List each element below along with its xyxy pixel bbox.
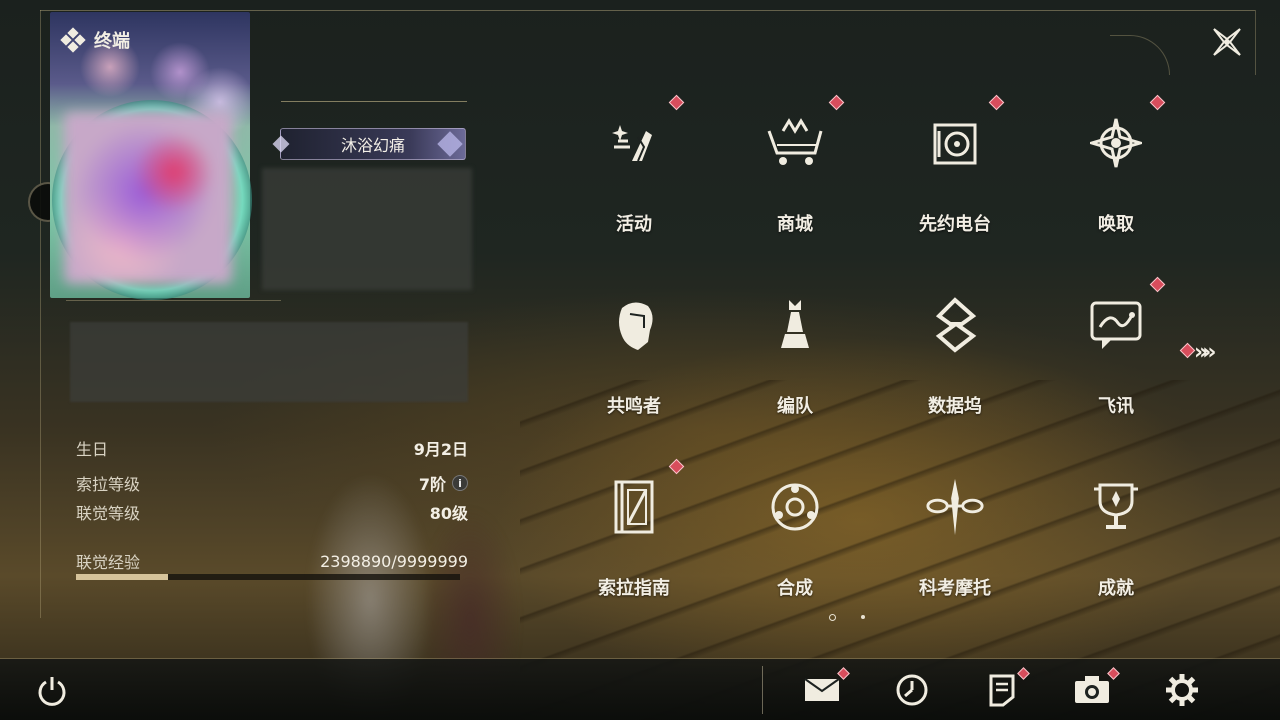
data-bank-icon: [924, 294, 986, 356]
info-value: 80级: [429, 504, 468, 523]
menu-label: 数据坞: [928, 396, 982, 417]
radio-icon: [924, 112, 986, 174]
frame-line: [1255, 10, 1256, 75]
info-label: 生日: [76, 440, 109, 459]
mail-icon[interactable]: [802, 670, 842, 710]
page-title: 终端: [60, 27, 130, 53]
divider: [281, 101, 467, 102]
menu-item-shop[interactable]: 商城: [720, 96, 870, 246]
guide-book-icon: [603, 476, 665, 538]
shop-cart-icon: [764, 112, 826, 174]
motorcycle-icon: [924, 476, 986, 538]
badge-crystal-icon: [437, 131, 463, 157]
synthesis-icon: [764, 476, 826, 538]
xp-progress-fill: [76, 574, 169, 580]
menu-item-team[interactable]: 编队: [720, 278, 870, 428]
menu-label: 合成: [777, 578, 813, 599]
xp-value: 2398890/9999999: [320, 551, 468, 571]
title-badge[interactable]: 沐浴幻痛: [272, 128, 466, 160]
activity-icon: [603, 112, 665, 174]
info-label: 联觉等级: [76, 504, 141, 523]
trophy-icon: [1085, 476, 1147, 538]
notes-icon[interactable]: [982, 670, 1022, 710]
menu-label: 飞讯: [1098, 396, 1134, 417]
chat-icon: [1085, 294, 1147, 356]
avatar[interactable]: [64, 112, 232, 284]
bottom-divider: [762, 666, 763, 714]
menu-label: 科考摩托: [919, 578, 991, 599]
page-title-text: 终端: [94, 31, 130, 52]
menu-item-activity[interactable]: 活动: [559, 96, 709, 246]
info-icon[interactable]: i: [452, 475, 468, 491]
info-label: 索拉等级: [76, 475, 141, 494]
info-value-group: 7阶 i: [419, 471, 468, 495]
info-row-union-level: 联觉等级 80级: [76, 500, 468, 524]
frame-curve: [1110, 35, 1170, 75]
menu-item-motorcycle[interactable]: 科考摩托: [880, 460, 1030, 610]
menu-item-achievements[interactable]: 成就: [1041, 460, 1191, 610]
close-icon[interactable]: [1210, 25, 1244, 59]
pager-dot[interactable]: [861, 615, 865, 619]
menu-label: 唤取: [1098, 214, 1134, 235]
info-label: 联觉经验: [76, 553, 141, 572]
menu-label: 活动: [616, 214, 652, 235]
menu-item-data-bank[interactable]: 数据坞: [880, 278, 1030, 428]
menu-item-messages[interactable]: 飞讯: [1041, 278, 1191, 428]
terminal-icon: [60, 27, 86, 53]
title-badge-label: 沐浴幻痛: [340, 136, 405, 155]
badge-ornament-icon: [272, 135, 290, 153]
xp-progress-bar: [76, 574, 460, 580]
camera-icon[interactable]: [1072, 670, 1112, 710]
menu-item-sol-guide[interactable]: 索拉指南: [559, 460, 709, 610]
info-row-union-xp: 联觉经验 2398890/9999999: [76, 549, 468, 573]
convene-icon: [1085, 112, 1147, 174]
divider: [66, 300, 281, 301]
menu-label: 先约电台: [919, 214, 991, 235]
info-row-sol-rank: 索拉等级 7阶 i: [76, 471, 468, 495]
resonator-icon: [603, 294, 665, 356]
power-icon[interactable]: [32, 670, 72, 710]
menu-item-resonators[interactable]: 共鸣者: [559, 278, 709, 428]
menu-item-radio[interactable]: 先约电台: [880, 96, 1030, 246]
team-chess-icon: [764, 294, 826, 356]
clock-icon[interactable]: [892, 670, 932, 710]
menu-label: 成就: [1098, 578, 1134, 599]
blurred-name-area: [262, 168, 472, 290]
menu-label: 索拉指南: [598, 578, 670, 599]
frame-line: [40, 10, 41, 618]
menu-item-convene[interactable]: 唤取: [1041, 96, 1191, 246]
info-row-birthday: 生日 9月2日: [76, 436, 468, 460]
frame-line: [40, 10, 1255, 11]
info-value: 7阶: [418, 475, 446, 494]
menu-label: 编队: [777, 396, 813, 417]
menu-label: 共鸣者: [607, 396, 661, 417]
menu-label: 商城: [777, 214, 813, 235]
menu-item-synthesis[interactable]: 合成: [720, 460, 870, 610]
pager-dot-active[interactable]: [829, 614, 836, 621]
next-page-arrow-icon[interactable]: »»: [1194, 340, 1217, 365]
settings-gear-icon[interactable]: [1162, 670, 1202, 710]
blurred-signature-area[interactable]: [70, 322, 468, 402]
info-value: 9月2日: [413, 440, 468, 459]
